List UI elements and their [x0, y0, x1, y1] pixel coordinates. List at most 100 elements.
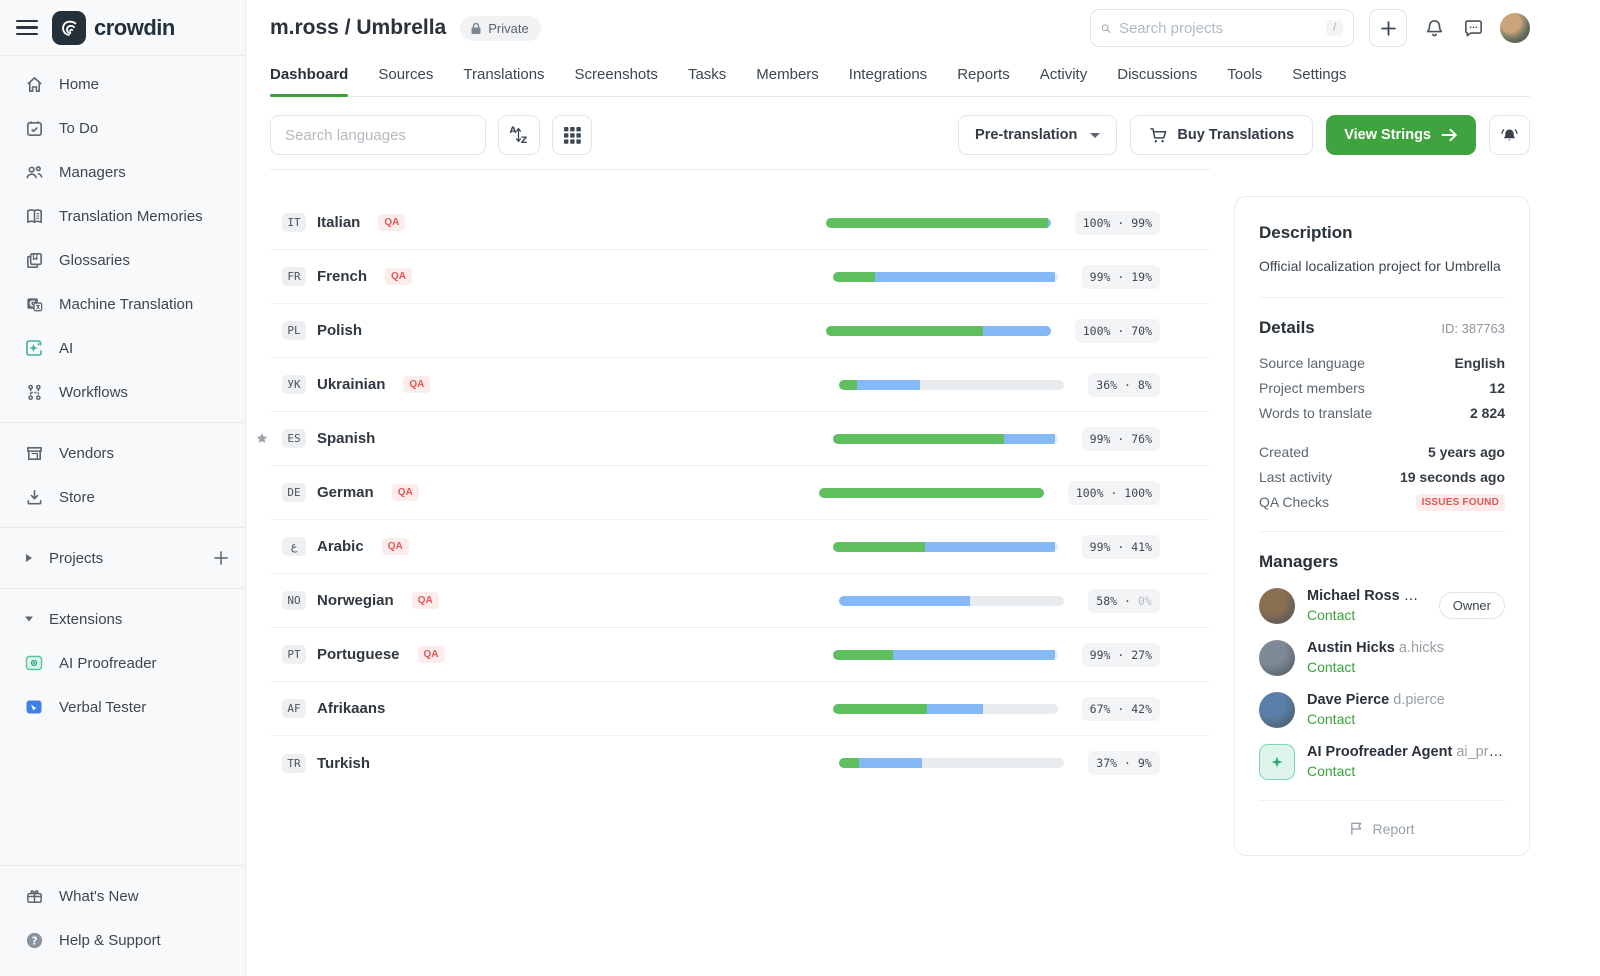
translation-progress-bar[interactable]	[826, 218, 1051, 228]
language-row[interactable]: عArabicQA99% · 41%	[270, 520, 1210, 574]
language-row[interactable]: ESSpanish99% · 76%	[270, 412, 1210, 466]
translation-progress-bar[interactable]	[833, 434, 1058, 444]
chevron-right-icon[interactable]	[24, 553, 34, 563]
approved-segment	[826, 326, 984, 336]
help-icon: ?	[24, 930, 44, 950]
project-search[interactable]: /	[1090, 9, 1354, 47]
language-search[interactable]	[270, 115, 486, 155]
language-row[interactable]: TRTurkish37% · 9%	[270, 736, 1210, 790]
translation-progress-bar[interactable]	[839, 758, 1064, 768]
sidebar-item-machine-translation[interactable]: G Machine Translation	[0, 282, 245, 326]
notifications-settings-button[interactable]	[1489, 115, 1530, 155]
manager-contact-link[interactable]: Contact	[1307, 659, 1355, 675]
page-title: m.ross / Umbrella	[270, 16, 446, 40]
manager-name[interactable]: Austin Hicks	[1307, 640, 1395, 656]
language-code-badge: DE	[282, 483, 306, 502]
language-row[interactable]: PLPolish100% · 70%	[270, 304, 1210, 358]
sidebar-item-help-support[interactable]: ? Help & Support	[0, 918, 245, 962]
tab-members[interactable]: Members	[756, 56, 819, 96]
language-row[interactable]: ITItalianQA100% · 99%	[270, 196, 1210, 250]
qa-issues-badge[interactable]: QA	[418, 646, 445, 663]
translation-progress-bar[interactable]	[833, 650, 1058, 660]
sidebar-item-projects[interactable]: Projects	[0, 536, 245, 580]
sidebar-item-translation-memories[interactable]: Translation Memories	[0, 194, 245, 238]
translation-progress-bar[interactable]	[819, 488, 1044, 498]
messages-icon[interactable]	[1461, 16, 1485, 40]
translation-progress-bar[interactable]	[839, 596, 1064, 606]
sidebar-item-vendors[interactable]: Vendors	[0, 431, 245, 475]
search-projects-input[interactable]	[1119, 20, 1318, 37]
manager-name[interactable]: Michael Ross	[1307, 588, 1400, 604]
tab-activity[interactable]: Activity	[1040, 56, 1088, 96]
details-value: 2 824	[1470, 405, 1505, 421]
sidebar-item-ai[interactable]: AI	[0, 326, 245, 370]
sidebar-item-verbal-tester[interactable]: Verbal Tester	[0, 685, 245, 729]
tab-settings[interactable]: Settings	[1292, 56, 1346, 96]
tab-tools[interactable]: Tools	[1227, 56, 1262, 96]
sidebar-item-whats-new[interactable]: What's New	[0, 874, 245, 918]
translation-progress-bar[interactable]	[826, 326, 1051, 336]
crowdin-logo[interactable]: crowdin	[52, 11, 175, 45]
user-avatar[interactable]	[1500, 13, 1530, 43]
grid-view-button[interactable]	[552, 115, 592, 155]
qa-issues-badge[interactable]: QA	[403, 376, 430, 393]
sidebar-item-home[interactable]: Home	[0, 62, 245, 106]
tab-dashboard[interactable]: Dashboard	[270, 56, 348, 96]
tab-integrations[interactable]: Integrations	[849, 56, 927, 96]
notifications-bell-icon[interactable]	[1422, 16, 1446, 40]
qa-issues-badge[interactable]: QA	[382, 538, 409, 555]
manager-name[interactable]: Dave Pierce	[1307, 692, 1389, 708]
qa-issues-badge[interactable]: QA	[385, 268, 412, 285]
sidebar-item-workflows[interactable]: Workflows	[0, 370, 245, 414]
manager-avatar[interactable]	[1259, 640, 1295, 676]
translation-progress-bar[interactable]	[833, 272, 1058, 282]
manager-contact-link[interactable]: Contact	[1307, 607, 1355, 623]
manager-avatar[interactable]	[1259, 692, 1295, 728]
manager-contact-link[interactable]: Contact	[1307, 763, 1355, 779]
translation-progress-bar[interactable]	[833, 542, 1058, 552]
language-row[interactable]: AFAfrikaans67% · 42%	[270, 682, 1210, 736]
hamburger-menu-icon[interactable]	[16, 17, 38, 39]
tab-discussions[interactable]: Discussions	[1117, 56, 1197, 96]
tab-tasks[interactable]: Tasks	[688, 56, 726, 96]
lock-icon	[470, 22, 482, 35]
manager-username: ai_proof…	[1452, 744, 1505, 760]
language-row[interactable]: FRFrenchQA99% · 19%	[270, 250, 1210, 304]
manager-contact-link[interactable]: Contact	[1307, 711, 1355, 727]
manager-name[interactable]: AI Proofreader Agent	[1307, 744, 1452, 760]
sidebar-item-todo[interactable]: To Do	[0, 106, 245, 150]
qa-issues-badge[interactable]: QA	[378, 214, 405, 231]
language-row[interactable]: УКUkrainianQA36% · 8%	[270, 358, 1210, 412]
sidebar-item-store[interactable]: Store	[0, 475, 245, 519]
tab-screenshots[interactable]: Screenshots	[575, 56, 658, 96]
language-row[interactable]: DEGermanQA100% · 100%	[270, 466, 1210, 520]
issues-found-badge[interactable]: ISSUES FOUND	[1416, 494, 1505, 511]
language-row[interactable]: NONorwegianQA58% · 0%	[270, 574, 1210, 628]
language-row[interactable]: PTPortugueseQA99% · 27%	[270, 628, 1210, 682]
language-code-badge: ع	[282, 537, 306, 556]
sidebar-item-glossaries[interactable]: Glossaries	[0, 238, 245, 282]
tab-reports[interactable]: Reports	[957, 56, 1010, 96]
sidebar-item-extensions[interactable]: Extensions	[0, 597, 245, 641]
manager-avatar[interactable]	[1259, 744, 1295, 780]
sidebar-item-ai-proofreader[interactable]: AI Proofreader	[0, 641, 245, 685]
translation-progress-bar[interactable]	[839, 380, 1064, 390]
create-project-button[interactable]	[1369, 9, 1407, 47]
manager-avatar[interactable]	[1259, 588, 1295, 624]
search-languages-input[interactable]	[285, 127, 471, 144]
buy-translations-button[interactable]: Buy Translations	[1130, 115, 1313, 155]
view-strings-button[interactable]: View Strings	[1326, 115, 1476, 155]
sidebar-item-managers[interactable]: Managers	[0, 150, 245, 194]
sort-az-button[interactable]: AZ	[498, 115, 540, 155]
chevron-down-icon[interactable]	[24, 614, 34, 624]
pre-translation-dropdown[interactable]: Pre-translation	[958, 115, 1117, 155]
report-button[interactable]: Report	[1259, 821, 1505, 837]
star-icon[interactable]	[256, 433, 268, 445]
translation-progress-bar[interactable]	[833, 704, 1058, 714]
tab-sources[interactable]: Sources	[378, 56, 433, 96]
qa-issues-badge[interactable]: QA	[392, 484, 419, 501]
add-project-button[interactable]	[213, 550, 229, 566]
manager-row: Austin Hicks a.hicksContact	[1259, 640, 1505, 676]
qa-issues-badge[interactable]: QA	[412, 592, 439, 609]
tab-translations[interactable]: Translations	[463, 56, 544, 96]
